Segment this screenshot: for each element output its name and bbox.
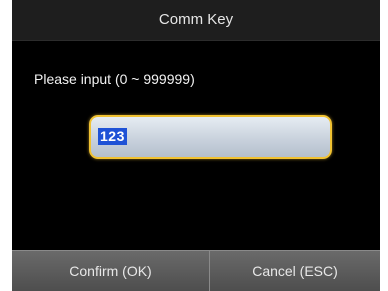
- input-selected-value[interactable]: 123: [98, 128, 127, 145]
- screen-right-edge: [380, 0, 388, 291]
- dialog-title: Comm Key: [12, 0, 380, 41]
- screen-left-edge: [0, 0, 12, 291]
- softkey-bar: Confirm (OK) Cancel (ESC): [12, 250, 380, 291]
- confirm-button[interactable]: Confirm (OK): [12, 251, 210, 291]
- comm-key-input[interactable]: 123: [89, 115, 332, 159]
- comm-key-screen: Comm Key Please input (0 ~ 999999) 123 C…: [0, 0, 388, 291]
- cancel-button[interactable]: Cancel (ESC): [210, 251, 380, 291]
- input-prompt: Please input (0 ~ 999999): [34, 71, 195, 87]
